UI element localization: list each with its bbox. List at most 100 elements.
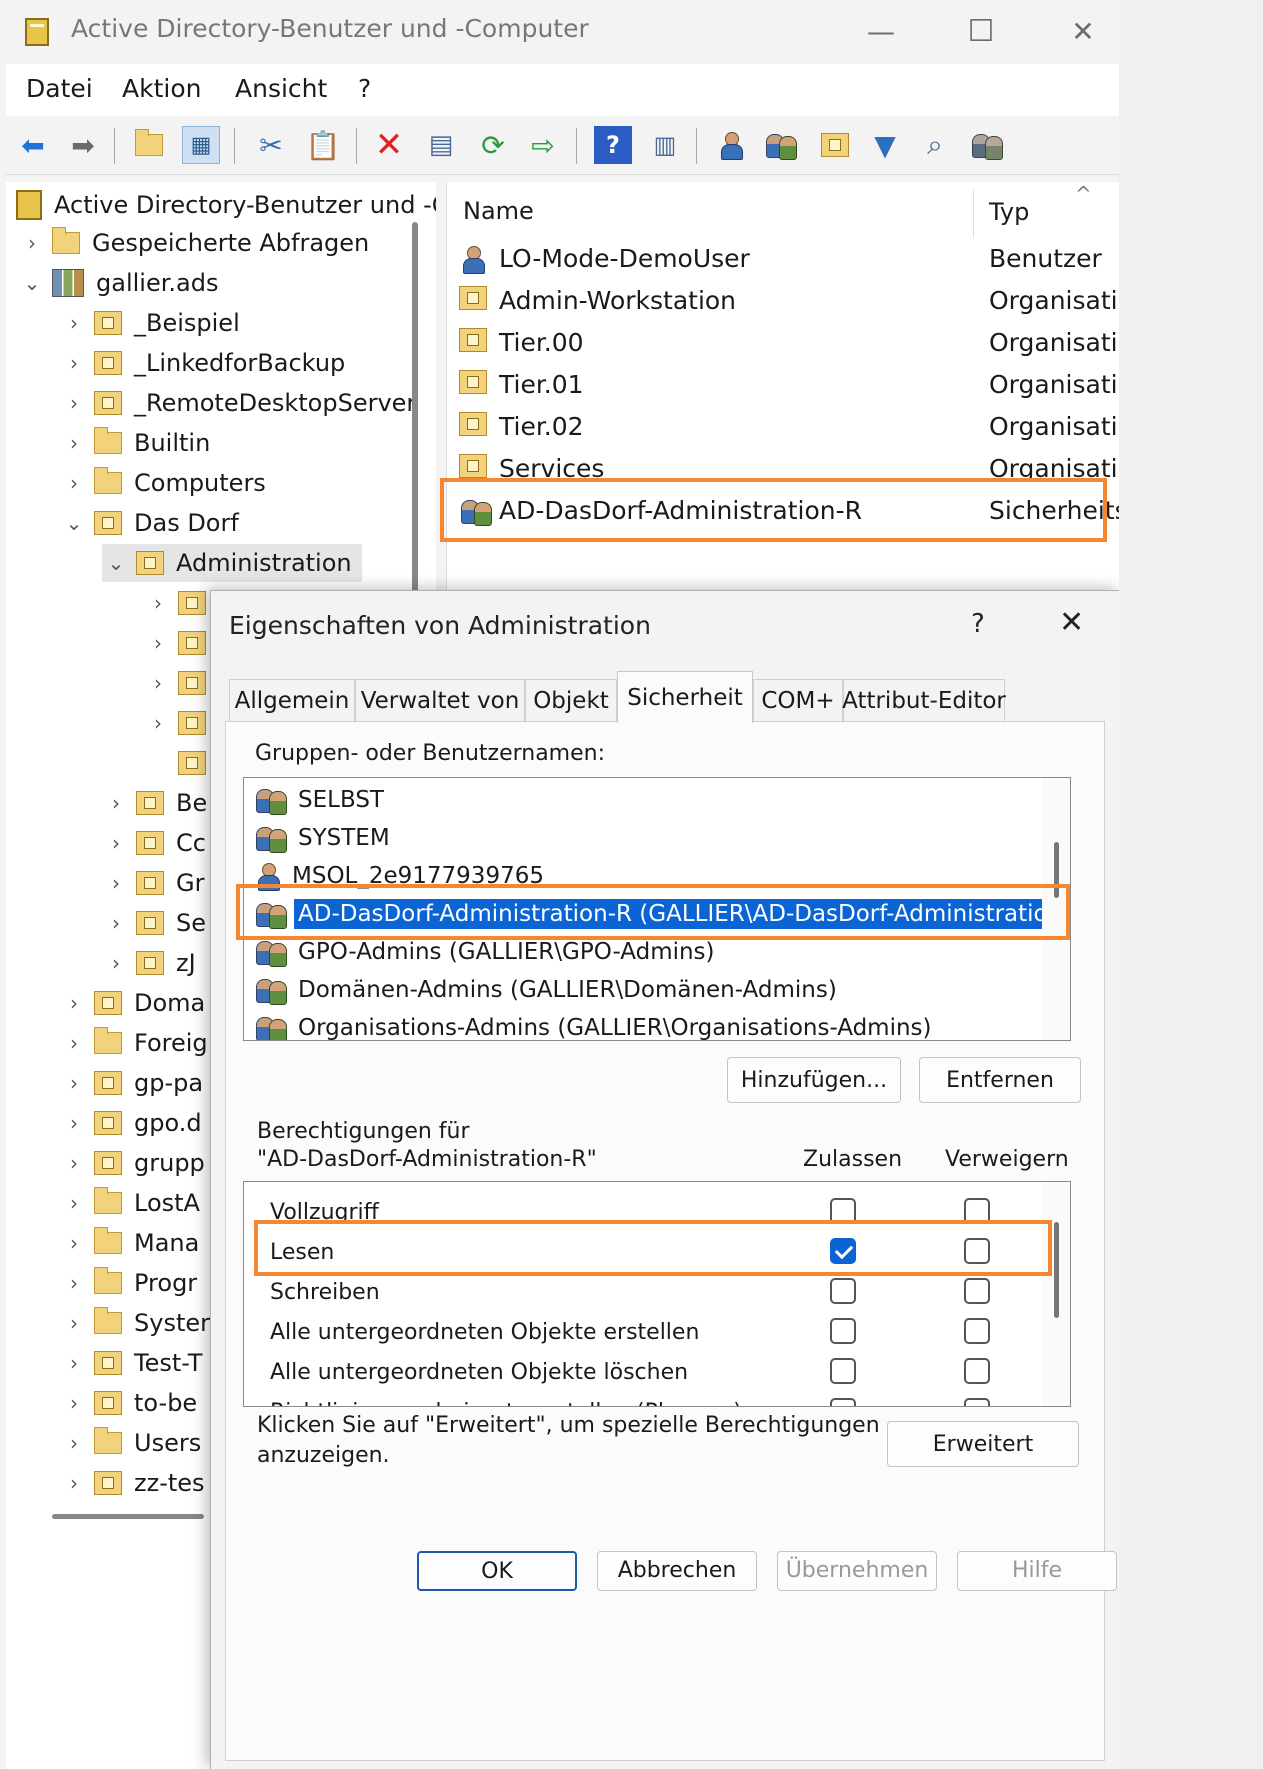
filter-icon[interactable]: ▼ [866, 126, 904, 164]
tree-item[interactable]: ⌄ Das Dorf [60, 504, 239, 542]
chevron-right-icon[interactable]: › [60, 1151, 88, 1175]
chevron-down-icon[interactable]: ⌄ [60, 511, 88, 535]
dialog-help-button[interactable]: ? [971, 609, 985, 639]
chevron-right-icon[interactable]: › [102, 911, 130, 935]
chevron-right-icon[interactable]: › [60, 991, 88, 1015]
principal-item[interactable]: Domänen-Admins (GALLIER\Domänen-Admins) [254, 972, 1054, 1008]
principal-item[interactable]: SYSTEM [254, 820, 1054, 856]
column-header-type[interactable]: Typ [989, 198, 1029, 226]
add-principal-button[interactable]: Hinzufügen... [727, 1057, 901, 1103]
chevron-right-icon[interactable]: › [102, 951, 130, 975]
title-bar[interactable]: Active Directory-Benutzer und -Computer … [0, 0, 1119, 64]
column-header-name[interactable]: Name [463, 197, 534, 225]
chevron-right-icon[interactable]: › [60, 1271, 88, 1295]
chevron-right-icon[interactable]: › [102, 791, 130, 815]
cancel-button[interactable]: Abbrechen [597, 1551, 757, 1591]
tab-sicherheit[interactable]: Sicherheit [617, 671, 753, 723]
chevron-right-icon[interactable]: › [60, 1231, 88, 1255]
new-ou-icon[interactable] [816, 126, 854, 164]
tree-item[interactable]: › LostA [60, 1184, 200, 1222]
tree-item[interactable]: › Se [102, 904, 206, 942]
tree-item[interactable]: › gp-pa [60, 1064, 203, 1102]
tree-item[interactable]: › Mana [60, 1224, 199, 1262]
tree-item[interactable]: › Computers [60, 464, 266, 502]
show-tree-icon[interactable]: ▦ [182, 126, 220, 164]
properties-icon[interactable]: ▤ [422, 126, 460, 164]
tree-item[interactable]: › Doma [60, 984, 205, 1022]
tree-item[interactable]: › zJ [102, 944, 196, 982]
ok-button[interactable]: OK [417, 1551, 577, 1591]
tree-item[interactable]: › [144, 584, 218, 622]
tree-item[interactable]: › [144, 624, 218, 662]
deny-checkbox[interactable] [964, 1398, 990, 1406]
new-user-icon[interactable] [712, 126, 750, 164]
chevron-right-icon[interactable]: › [144, 591, 172, 615]
tree-horizontal-scrollbar[interactable] [52, 1514, 204, 1519]
chevron-right-icon[interactable]: › [60, 391, 88, 415]
tree-item[interactable]: › Users [60, 1424, 201, 1462]
maximize-button[interactable]: ☐ [956, 10, 1006, 54]
column-separator[interactable] [973, 190, 974, 238]
allow-checkbox[interactable] [830, 1318, 856, 1344]
principal-item[interactable]: SELBST [254, 782, 1054, 818]
principal-item[interactable]: Organisations-Admins (GALLIER\Organisati… [254, 1010, 1054, 1040]
chevron-right-icon[interactable]: › [144, 711, 172, 735]
menu-aktion[interactable]: Aktion [122, 74, 201, 103]
chevron-right-icon[interactable]: › [60, 1471, 88, 1495]
find-icon[interactable]: ⌕ [916, 126, 954, 164]
tab-allgemein[interactable]: Allgemein [229, 679, 355, 721]
chevron-right-icon[interactable]: › [60, 1351, 88, 1375]
dialog-close-button[interactable]: ✕ [1059, 605, 1084, 640]
chevron-right-icon[interactable]: › [60, 1191, 88, 1215]
tree-item[interactable]: ⌄ Administration [102, 544, 362, 582]
tree-item[interactable]: › gpo.d [60, 1104, 202, 1142]
chevron-right-icon[interactable]: › [60, 311, 88, 335]
tree-item[interactable]: › Syster [60, 1304, 210, 1342]
deny-checkbox[interactable] [964, 1318, 990, 1344]
new-group-icon[interactable] [762, 126, 800, 164]
chevron-right-icon[interactable]: › [18, 231, 46, 255]
chevron-right-icon[interactable]: › [60, 1391, 88, 1415]
tree-item[interactable]: ⌄ gallier.ads [18, 264, 218, 302]
chevron-right-icon[interactable]: › [60, 351, 88, 375]
back-icon[interactable]: ⬅ [14, 126, 52, 164]
tree-item[interactable]: › Foreig [60, 1024, 208, 1062]
list-item[interactable]: Admin-Workstation Organisationseinheit [447, 280, 1119, 322]
tab-verwaltet-von[interactable]: Verwaltet von [355, 679, 525, 721]
deny-checkbox[interactable] [964, 1358, 990, 1384]
allow-checkbox[interactable] [830, 1398, 856, 1406]
menu-help[interactable]: ? [358, 74, 371, 103]
tree-root[interactable]: Active Directory-Benutzer und -Computer [16, 186, 436, 224]
chevron-right-icon[interactable]: › [102, 831, 130, 855]
tree-item[interactable]: › [144, 664, 218, 702]
paste-icon[interactable]: 📋 [304, 126, 342, 164]
up-folder-icon[interactable] [130, 126, 168, 164]
console-icon[interactable]: ▥ [646, 126, 684, 164]
tree-item[interactable]: › zz-tes [60, 1464, 205, 1502]
chevron-right-icon[interactable]: › [60, 1311, 88, 1335]
tree-item[interactable]: › _LinkedforBackup [60, 344, 345, 382]
apply-button[interactable]: Übernehmen [777, 1551, 937, 1591]
help-footer-button[interactable]: Hilfe [957, 1551, 1117, 1591]
remove-principal-button[interactable]: Entfernen [919, 1057, 1081, 1103]
delete-icon[interactable]: ✕ [370, 125, 408, 165]
menu-datei[interactable]: Datei [26, 74, 93, 103]
minimize-button[interactable]: — [856, 10, 906, 54]
permissions-scrollbar[interactable] [1042, 1182, 1070, 1406]
list-item[interactable]: Tier.02 Organisationseinheit [447, 406, 1119, 448]
cut-icon[interactable]: ✂ [252, 126, 290, 164]
refresh-icon[interactable]: ⟳ [474, 126, 512, 164]
tree-item[interactable]: › to-be [60, 1384, 197, 1422]
export-icon[interactable]: ⇨ [524, 126, 562, 164]
tab-objekt[interactable]: Objekt [525, 679, 617, 721]
chevron-right-icon[interactable]: › [144, 671, 172, 695]
advanced-button[interactable]: Erweitert [887, 1421, 1079, 1467]
forward-icon[interactable]: ➡ [64, 126, 102, 164]
chevron-right-icon[interactable]: › [102, 871, 130, 895]
menu-ansicht[interactable]: Ansicht [235, 74, 327, 103]
list-item[interactable]: LO-Mode-DemoUser Benutzer [447, 238, 1119, 280]
tree-item[interactable]: › Be [102, 784, 207, 822]
tree-vertical-scrollbar[interactable] [412, 222, 418, 622]
chevron-right-icon[interactable]: › [60, 1431, 88, 1455]
add-to-group-icon[interactable] [968, 126, 1006, 164]
